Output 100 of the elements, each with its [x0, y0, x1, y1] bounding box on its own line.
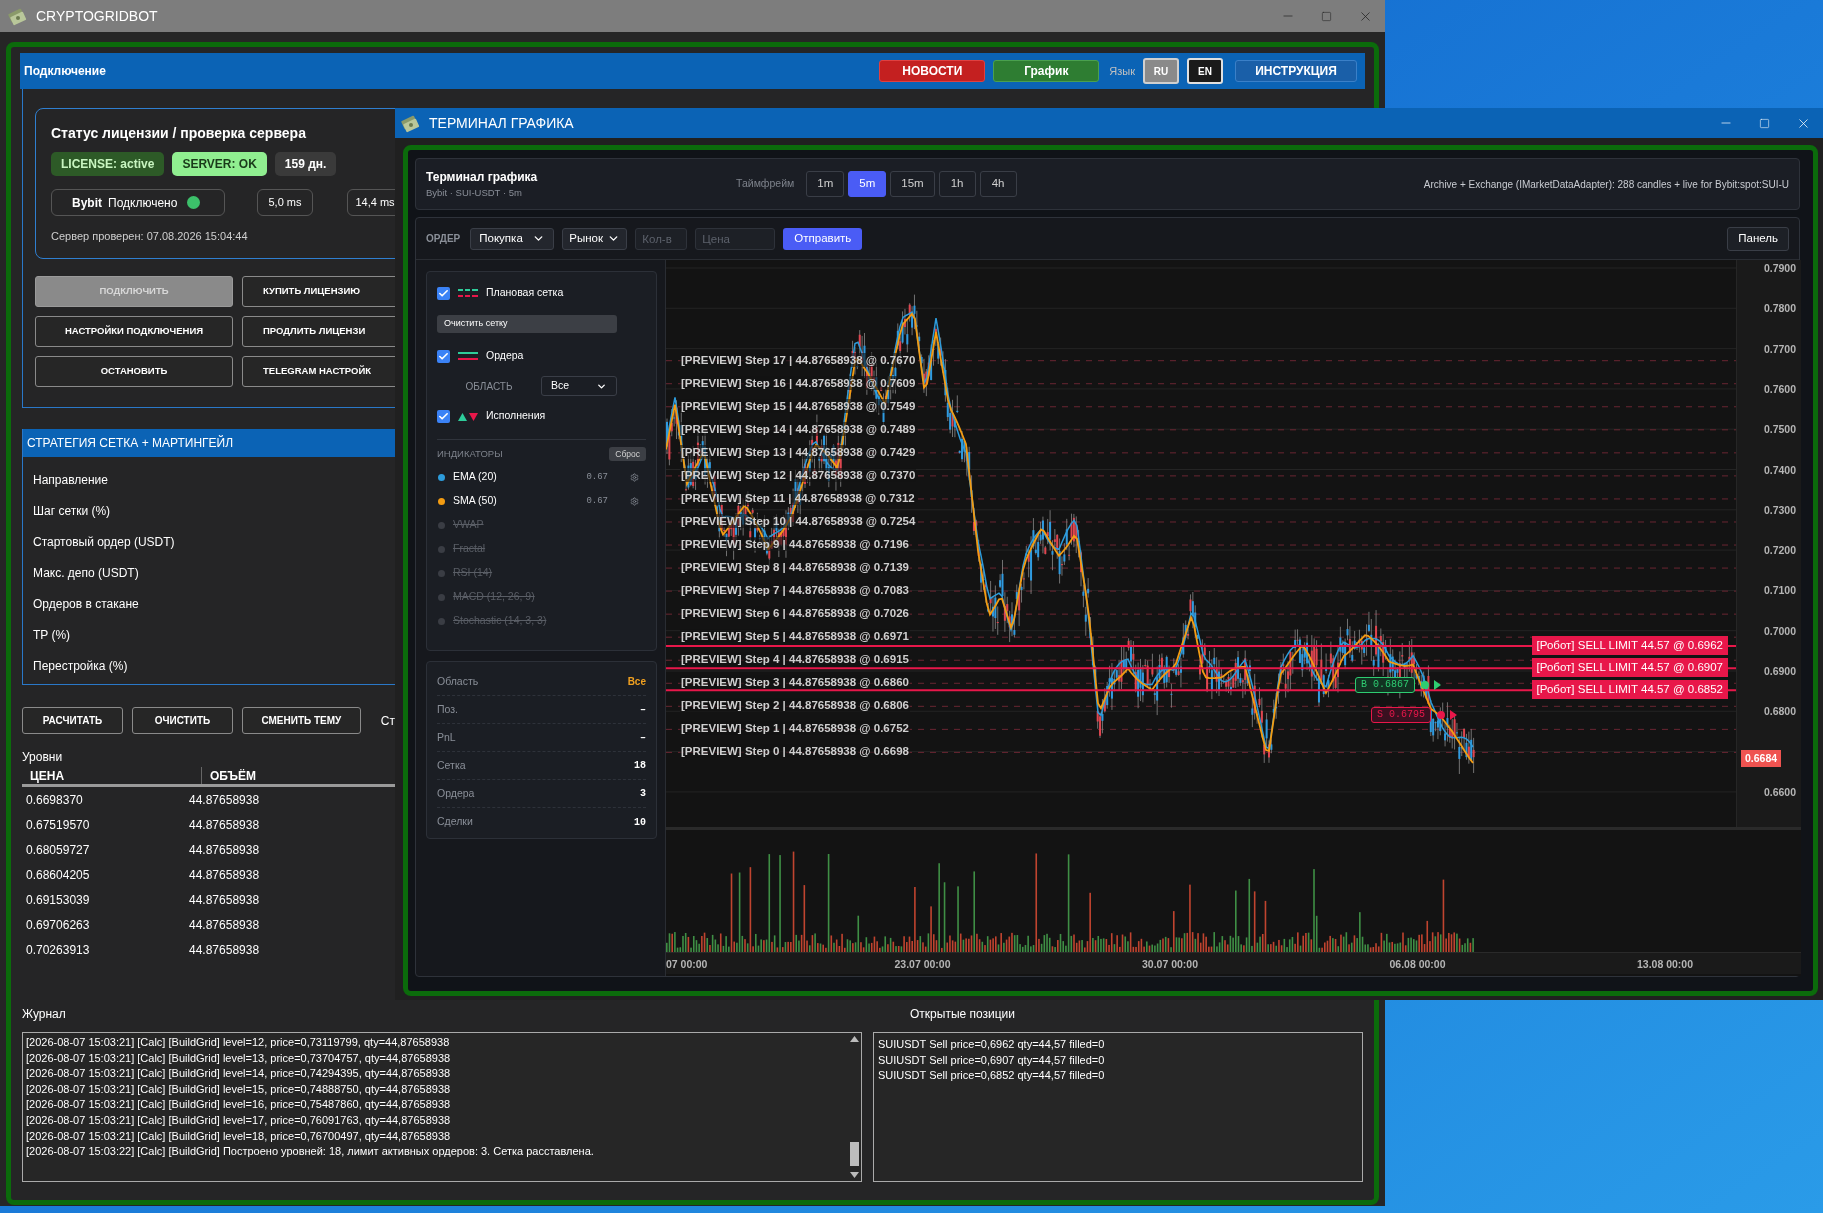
indicators-title: ИНДИКАТОРЫ [437, 447, 503, 461]
chart-button[interactable]: График [993, 60, 1100, 82]
table-cell-text: 0.68604205 [25, 866, 91, 884]
quantity-field[interactable]: Кол-в [635, 227, 688, 250]
connection-status: Подключено [108, 194, 178, 212]
grid-preview-label: [PREVIEW] Step 16 | 44.87658938 @ 0.7609 [680, 375, 917, 390]
window-title: CRYPTOGRIDBOT [36, 6, 158, 26]
buy-marker-icon [1421, 680, 1441, 690]
stat-value: 10 [634, 815, 646, 830]
log-line: [2026-08-07 15:03:22] [Calc] [BuildGrid] Построено уровней: 18, лимит активных ордеров: 3. Сетка расставлена. [26, 1144, 595, 1160]
position-line: SUIUSDT Sell price=0,6962 qty=44,57 filled=0 [878, 1037, 1106, 1052]
checkbox[interactable] [437, 349, 450, 363]
indicator-name[interactable]: SMA (50) [453, 493, 497, 510]
type-select[interactable]: Рынок [562, 227, 628, 250]
field-label: Направление [33, 472, 109, 489]
trade-marker-label: S 0.6795 [1371, 707, 1431, 723]
stat-label: Поз. [437, 701, 458, 717]
action-button[interactable]: ОСТАНОВИТЬ [35, 356, 233, 387]
positions-title: Открытые позиции [910, 1006, 1016, 1023]
sell-marker-icon [1437, 710, 1457, 720]
table-cell-text: 44.87658938 [188, 891, 260, 909]
price-axis-label: 0.6800 [1763, 705, 1796, 718]
scroll-down-icon[interactable] [849, 1172, 859, 1178]
indicator-value: 0.67 [586, 494, 608, 508]
guide-button[interactable]: ИНСТРУКЦИЯ [1235, 60, 1357, 82]
indicator-name[interactable]: EMA (20) [453, 469, 497, 486]
grid-preview-label: [PREVIEW] Step 6 | 44.87658938 @ 0.7026 [680, 606, 910, 621]
language-button[interactable]: EN [1187, 58, 1223, 84]
area-select[interactable]: Все [541, 376, 617, 396]
panel-button[interactable]: Панель [1727, 226, 1789, 251]
grid-preview-label: [PREVIEW] Step 15 | 44.87658938 @ 0.7549 [680, 398, 917, 413]
action-button[interactable]: ПРОДЛИТЬ ЛИЦЕНЗИ [242, 316, 395, 347]
order-label: ОРДЕР [426, 232, 461, 246]
table-cell-text: 0.68059727 [25, 841, 91, 859]
timeframe-tab[interactable]: 1h [938, 171, 976, 197]
price-field[interactable]: Цена [695, 227, 776, 250]
table-cell-text: 44.87658938 [188, 816, 260, 834]
action-button[interactable]: КУПИТЬ ЛИЦЕНЗИЮ [242, 276, 395, 307]
submit-button[interactable]: Отправить [783, 227, 863, 250]
data-source-text: Archive + Exchange (IMarketDataAdapter): 288 candles + live for Bybit:spot:SUI-U [1423, 177, 1789, 192]
settings-icon[interactable] [630, 496, 639, 506]
table-cell-text: 44.87658938 [188, 866, 260, 884]
trade-marker-label: B 0.6867 [1355, 677, 1415, 693]
side-select[interactable]: Покупка [470, 227, 555, 250]
levels-title: Уровни [22, 749, 64, 766]
price-axis-label: 0.7500 [1763, 423, 1796, 436]
grid-preview-label: [PREVIEW] Step 7 | 44.87658938 @ 0.7083 [680, 583, 910, 598]
action-button[interactable]: СМЕНИТЬ ТЕМУ [241, 707, 361, 734]
checkbox[interactable] [437, 409, 450, 423]
reset-button[interactable]: Сброс [609, 447, 646, 462]
grid-preview-label: [PREVIEW] Step 9 | 44.87658938 @ 0.7196 [680, 537, 910, 551]
dashed-lines-icon [458, 289, 478, 297]
triangles-icon [458, 411, 478, 421]
status-badge: LICENSE: active [51, 152, 165, 176]
log-line: [2026-08-07 15:03:21] [Calc] [BuildGrid] level=12, price=0,73119799, qty=44,87658938 [26, 1035, 451, 1050]
price-axis-label: 0.7800 [1763, 302, 1796, 315]
table-cell-text: 44.87658938 [188, 791, 260, 809]
table-cell-text: 44.87658938 [188, 941, 260, 959]
clear-grid-button[interactable]: Очистить сетку [437, 315, 617, 333]
price-axis-label: 0.7200 [1763, 544, 1796, 557]
timeframe-tab[interactable]: 15m [890, 171, 935, 197]
scroll-thumb[interactable] [849, 1142, 859, 1166]
section-title: Подключение [24, 63, 106, 80]
stat-label: Область [437, 673, 479, 689]
stat-value: 18 [634, 759, 646, 773]
grid-preview-label: [PREVIEW] Step 3 | 44.87658938 @ 0.6860 [680, 675, 910, 690]
price-axis-label: 0.7100 [1763, 584, 1796, 597]
stat-value: 3 [640, 787, 646, 801]
stat-label: Сетка [437, 757, 466, 773]
area-label: ОБЛАСТЬ [464, 379, 514, 394]
language-label: Язык [1109, 63, 1135, 79]
table-cell-text: 44.87658938 [188, 916, 260, 934]
order-label: [Робот] SELL LIMIT 44.57 @ 0.6962 [1531, 636, 1728, 655]
field-label: Макс. депо (USDT) [33, 565, 140, 582]
field-label: Ордеров в стакане [33, 596, 140, 613]
grid-preview-label: [PREVIEW] Step 0 | 44.87658938 @ 0.6698 [680, 744, 910, 759]
action-button[interactable]: НАСТРОЙКИ ПОДКЛЮЧЕНИЯ [35, 316, 233, 347]
timeframe-tab[interactable]: 5m [848, 171, 887, 197]
log-line: [2026-08-07 15:03:21] [Calc] [BuildGrid] level=16, price=0,75487860, qty=44,87658938 [26, 1097, 452, 1113]
news-button[interactable]: НОВОСТИ [879, 60, 986, 82]
card-title: Статус лицензии / проверка сервера [51, 124, 307, 143]
order-label: [Робот] SELL LIMIT 44.57 @ 0.6907 [1531, 658, 1728, 678]
action-button[interactable]: TELEGRAM НАСТРОЙК [242, 356, 395, 387]
column-header: ЦЕНА [22, 767, 202, 784]
action-button[interactable]: РАСЧИТАТЬ [22, 707, 123, 734]
grid-preview-label: [PREVIEW] Step 1 | 44.87658938 @ 0.6752 [680, 721, 910, 736]
position-line: SUIUSDT Sell price=0,6907 qty=44,57 filled=0 [878, 1052, 1106, 1068]
settings-icon[interactable] [630, 472, 639, 482]
layer-label: Исполнения [486, 408, 546, 424]
grid-preview-label: [PREVIEW] Step 2 | 44.87658938 @ 0.6806 [680, 698, 910, 713]
time-axis-label: 23.07 00:00 [894, 957, 951, 972]
grid-preview-label: [PREVIEW] Step 12 | 44.87658938 @ 0.7370 [680, 467, 917, 482]
timeframe-tab[interactable]: 4h [979, 171, 1017, 197]
action-button[interactable]: ОЧИСТИТЬ [131, 707, 233, 734]
timeframe-tab[interactable]: 1m [806, 171, 845, 197]
status-badge: SERVER: OK [172, 152, 267, 176]
checkbox[interactable] [437, 286, 450, 300]
scroll-up-icon[interactable] [849, 1036, 859, 1042]
grid-preview-label: [PREVIEW] Step 4 | 44.87658938 @ 0.6915 [680, 652, 910, 667]
table-cell-text: 0.69153039 [25, 891, 91, 909]
